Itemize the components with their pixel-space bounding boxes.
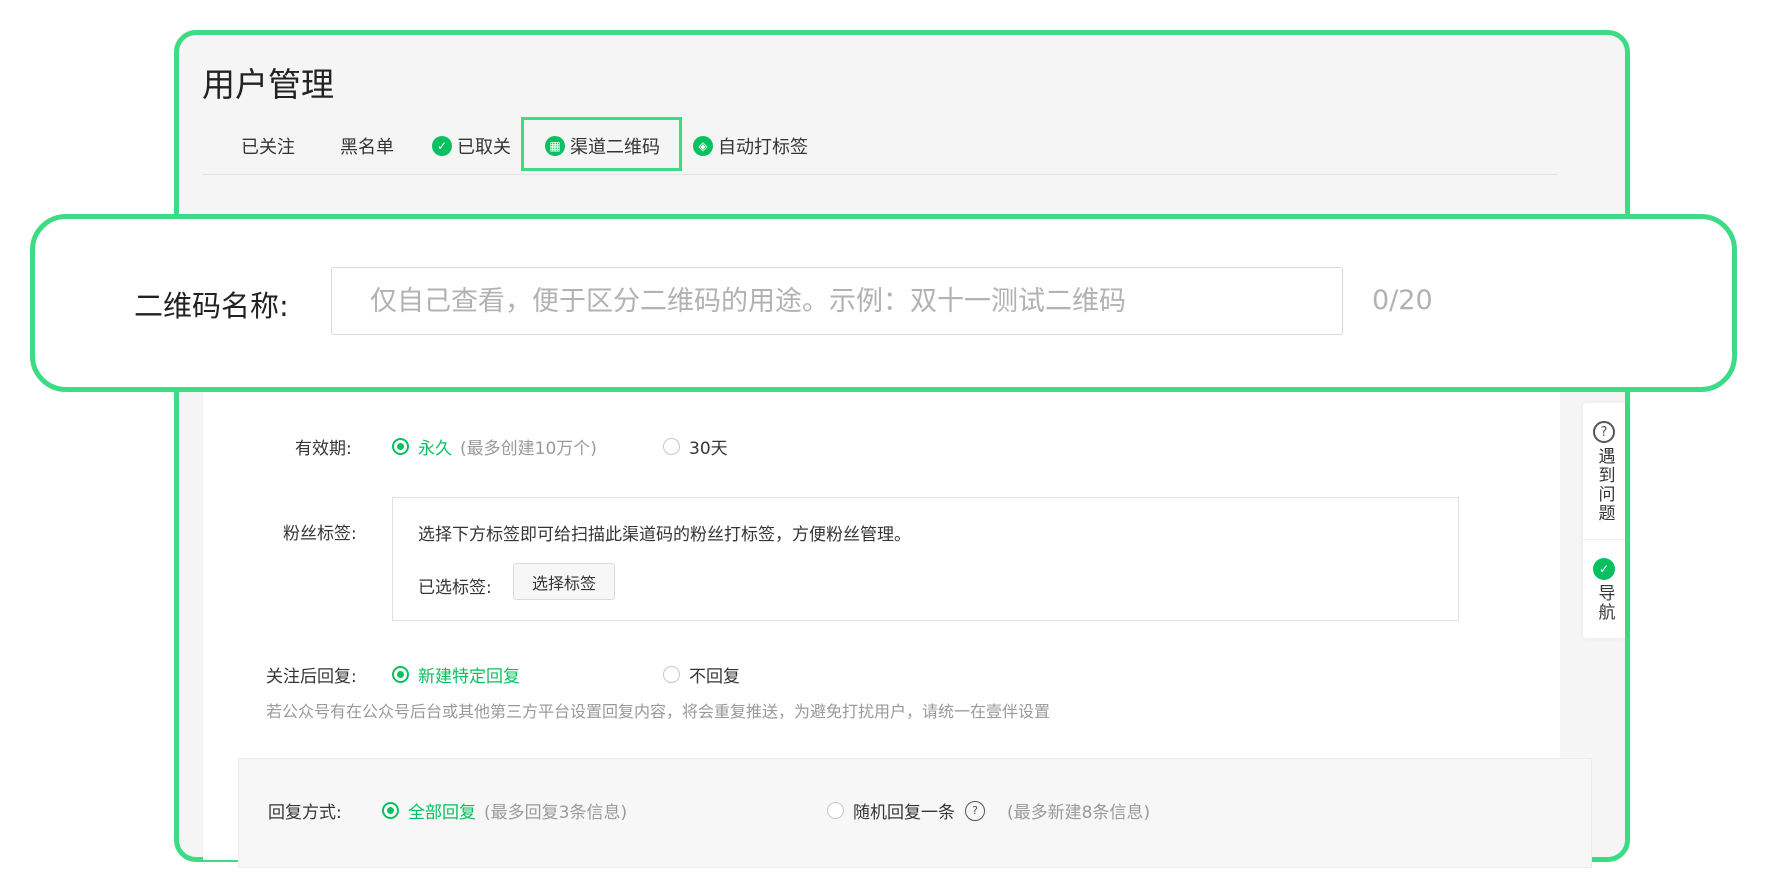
follow-reply-tip: 若公众号有在公众号后台或其他第三方平台设置回复内容，将会重复推送，为避免打扰用户… [266, 702, 1051, 721]
reply-random-note: (最多新建8条信息) [1007, 803, 1151, 823]
radio-checked-icon [392, 666, 409, 683]
radio-unchecked-icon [663, 666, 680, 683]
choose-tags-button[interactable]: 选择标签 [513, 563, 615, 600]
tab-label: 已关注 [241, 137, 295, 158]
validity-permanent-radio[interactable]: 永久 (最多创建10万个) [392, 434, 597, 459]
tab-label: 自动打标签 [718, 137, 808, 158]
question-circle-icon: ? [1593, 421, 1615, 443]
fan-tag-label: 粉丝标签: [283, 524, 357, 544]
radio-checked-icon [382, 802, 399, 819]
radio-unchecked-icon [827, 802, 844, 819]
follow-reply-label: 关注后回复: [266, 667, 357, 687]
tab-followed[interactable]: 已关注 [241, 118, 295, 174]
tab-blacklist[interactable]: 黑名单 [340, 118, 394, 174]
validity-30-label: 30天 [689, 439, 728, 459]
validity-permanent-label: 永久 [418, 439, 452, 459]
follow-reply-new-label: 新建特定回复 [418, 667, 520, 687]
question-icon[interactable]: ? [965, 800, 985, 821]
tab-bar: 已关注 黑名单 ✓ 已取关 ▦ 渠道二维码 ◈ 自动打标签 [203, 118, 1558, 175]
page-title: 用户管理 [202, 65, 334, 104]
active-tab-highlight [521, 117, 682, 171]
reply-all-note: (最多回复3条信息) [484, 803, 628, 823]
follow-reply-none-radio[interactable]: 不回复 [663, 662, 740, 687]
validity-label: 有效期: [295, 439, 352, 459]
reply-all-radio[interactable]: 全部回复 (最多回复3条信息) [382, 798, 627, 823]
qr-name-input[interactable] [331, 267, 1343, 335]
reply-mode-label: 回复方式: [268, 803, 342, 823]
reply-random-radio[interactable]: 随机回复一条 ? (最多新建8条信息) [827, 798, 1150, 823]
side-toolbar: ? 遇到问题 ✓ 导航 [1583, 403, 1625, 638]
radio-unchecked-icon [663, 438, 680, 455]
radio-checked-icon [392, 438, 409, 455]
brand-badge-icon: ✓ [1593, 558, 1615, 580]
fan-tag-hint: 选择下方标签即可给扫描此渠道码的粉丝打标签，方便粉丝管理。 [418, 525, 911, 545]
nav-label: 导航 [1594, 584, 1615, 622]
tab-label: 黑名单 [340, 137, 394, 158]
selected-tags-label: 已选标签: [418, 578, 492, 598]
badge-icon: ✓ [432, 136, 452, 156]
tag-icon: ◈ [693, 136, 713, 156]
tab-unfollowed[interactable]: ✓ 已取关 [432, 118, 511, 174]
qr-name-label: 二维码名称: [134, 289, 289, 323]
nav-button[interactable]: ✓ 导航 [1583, 539, 1625, 638]
follow-reply-new-radio[interactable]: 新建特定回复 [392, 662, 520, 687]
reply-all-label: 全部回复 [408, 803, 476, 823]
validity-permanent-note: (最多创建10万个) [460, 439, 597, 459]
follow-reply-none-label: 不回复 [689, 667, 740, 687]
reply-random-label: 随机回复一条 [853, 803, 955, 823]
validity-30-radio[interactable]: 30天 [663, 434, 728, 459]
tab-auto-tag[interactable]: ◈ 自动打标签 [693, 118, 808, 174]
qr-name-counter: 0/20 [1372, 285, 1433, 316]
help-button[interactable]: ? 遇到问题 [1583, 403, 1625, 539]
tab-label: 已取关 [457, 137, 511, 158]
fan-tag-box [392, 497, 1459, 621]
help-label: 遇到问题 [1594, 447, 1615, 523]
